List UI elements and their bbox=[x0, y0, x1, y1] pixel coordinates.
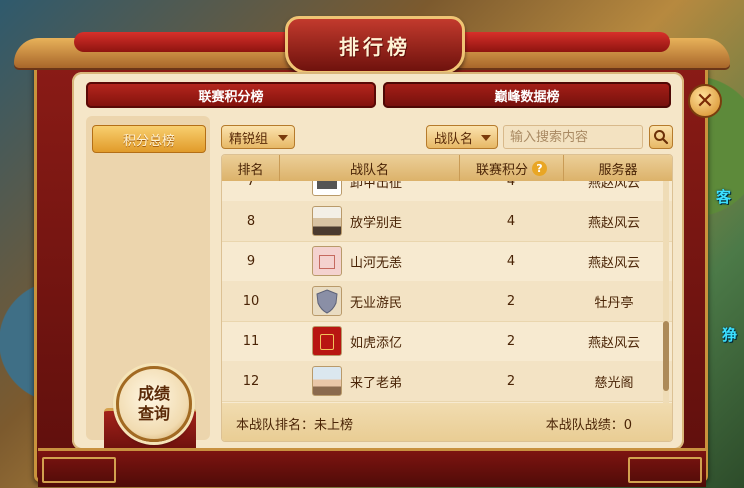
table-row[interactable]: 11 如虎添亿 2 燕赵风云 bbox=[222, 321, 672, 362]
team-avatar bbox=[312, 246, 342, 276]
table-footer: 本战队排名：未上榜 本战队战绩：0 bbox=[222, 403, 672, 441]
frame-panel-left bbox=[42, 457, 116, 483]
query-results-button[interactable]: 成绩查询 bbox=[116, 366, 192, 442]
table-row[interactable]: 8 放学别走 4 燕赵风云 bbox=[222, 201, 672, 242]
search-input[interactable] bbox=[503, 125, 643, 149]
my-team-rank: 本战队排名：未上榜 bbox=[236, 418, 354, 433]
server-cell: 燕赵风云 bbox=[587, 255, 640, 271]
points-cell: 2 bbox=[506, 293, 516, 309]
header-points: 联赛积分 ? bbox=[460, 155, 564, 181]
tab-peak-data[interactable]: 巅峰数据榜 bbox=[383, 82, 671, 108]
table-row[interactable]: 9 山河无恙 4 燕赵风云 bbox=[222, 241, 672, 282]
frame-panel-right bbox=[628, 457, 702, 483]
shield-icon bbox=[316, 289, 338, 314]
rank-cell: 9 bbox=[246, 253, 256, 269]
group-select[interactable]: 精锐组 bbox=[221, 125, 295, 149]
sidebar-item-total-points[interactable]: 积分总榜 bbox=[92, 125, 206, 153]
search-icon bbox=[654, 130, 669, 145]
points-cell: 4 bbox=[506, 253, 516, 269]
team-avatar bbox=[312, 206, 342, 236]
server-cell: 燕赵风云 bbox=[587, 215, 640, 231]
table-row[interactable]: 12 来了老弟 2 慈光阁 bbox=[222, 361, 672, 402]
header-server: 服务器 bbox=[598, 162, 638, 178]
rank-cell: 10 bbox=[242, 293, 260, 309]
server-cell: 慈光阁 bbox=[594, 375, 634, 391]
scrollbar-thumb[interactable] bbox=[663, 321, 669, 391]
rank-cell: 11 bbox=[242, 333, 260, 349]
window-title-plate: 排行榜 bbox=[285, 16, 465, 74]
table-scrollbar[interactable] bbox=[663, 181, 669, 403]
table-header: 排名 战队名 联赛积分 ? 服务器 bbox=[222, 155, 672, 181]
table-body: 7 卸甲出征 4 燕赵风云 8 放学别走 4 燕赵风云 9 山河无恙 4 燕赵风… bbox=[222, 181, 672, 403]
group-select-value: 精锐组 bbox=[229, 131, 269, 147]
rank-cell: 8 bbox=[246, 213, 256, 229]
header-rank: 排名 bbox=[222, 155, 280, 181]
query-results-label: 成绩查询 bbox=[137, 384, 170, 423]
header-points-label: 联赛积分 bbox=[475, 162, 528, 178]
search-button[interactable] bbox=[649, 125, 673, 149]
chevron-down-icon bbox=[481, 135, 491, 141]
world-label-2: 狰 bbox=[722, 326, 738, 344]
points-cell: 2 bbox=[506, 373, 516, 389]
table-row[interactable]: 10 无业游民 2 牡丹亭 bbox=[222, 281, 672, 322]
rank-cell: 12 bbox=[242, 373, 260, 389]
help-icon[interactable]: ? bbox=[532, 160, 547, 176]
server-cell: 燕赵风云 bbox=[587, 335, 640, 351]
close-icon: ✕ bbox=[695, 88, 715, 114]
chevron-down-icon bbox=[278, 135, 288, 141]
window-title: 排行榜 bbox=[339, 34, 411, 59]
server-cell: 燕赵风云 bbox=[587, 181, 640, 191]
rank-cell: 7 bbox=[246, 181, 256, 189]
team-avatar bbox=[312, 366, 342, 396]
points-cell: 4 bbox=[506, 213, 516, 229]
team-avatar bbox=[312, 181, 342, 196]
server-cell: 牡丹亭 bbox=[594, 295, 634, 311]
my-team-record: 本战队战绩：0 bbox=[545, 418, 632, 433]
team-avatar bbox=[312, 286, 342, 316]
tab-league-points[interactable]: 联赛积分榜 bbox=[86, 82, 376, 108]
table-row[interactable]: 7 卸甲出征 4 燕赵风云 bbox=[222, 181, 672, 202]
search-field-select[interactable]: 战队名 bbox=[426, 125, 498, 149]
points-cell: 2 bbox=[506, 333, 516, 349]
ranking-table: 排名 战队名 联赛积分 ? 服务器 7 卸甲出征 4 燕赵风云 8 放学别走 4… bbox=[221, 154, 673, 442]
world-label-1: 客 bbox=[716, 188, 732, 206]
team-avatar bbox=[312, 326, 342, 356]
close-button[interactable]: ✕ bbox=[688, 84, 722, 118]
header-team: 战队名 bbox=[280, 155, 460, 181]
points-cell: 4 bbox=[506, 181, 516, 189]
search-field-value: 战队名 bbox=[434, 131, 474, 147]
frame-bottom-rail bbox=[38, 448, 706, 487]
